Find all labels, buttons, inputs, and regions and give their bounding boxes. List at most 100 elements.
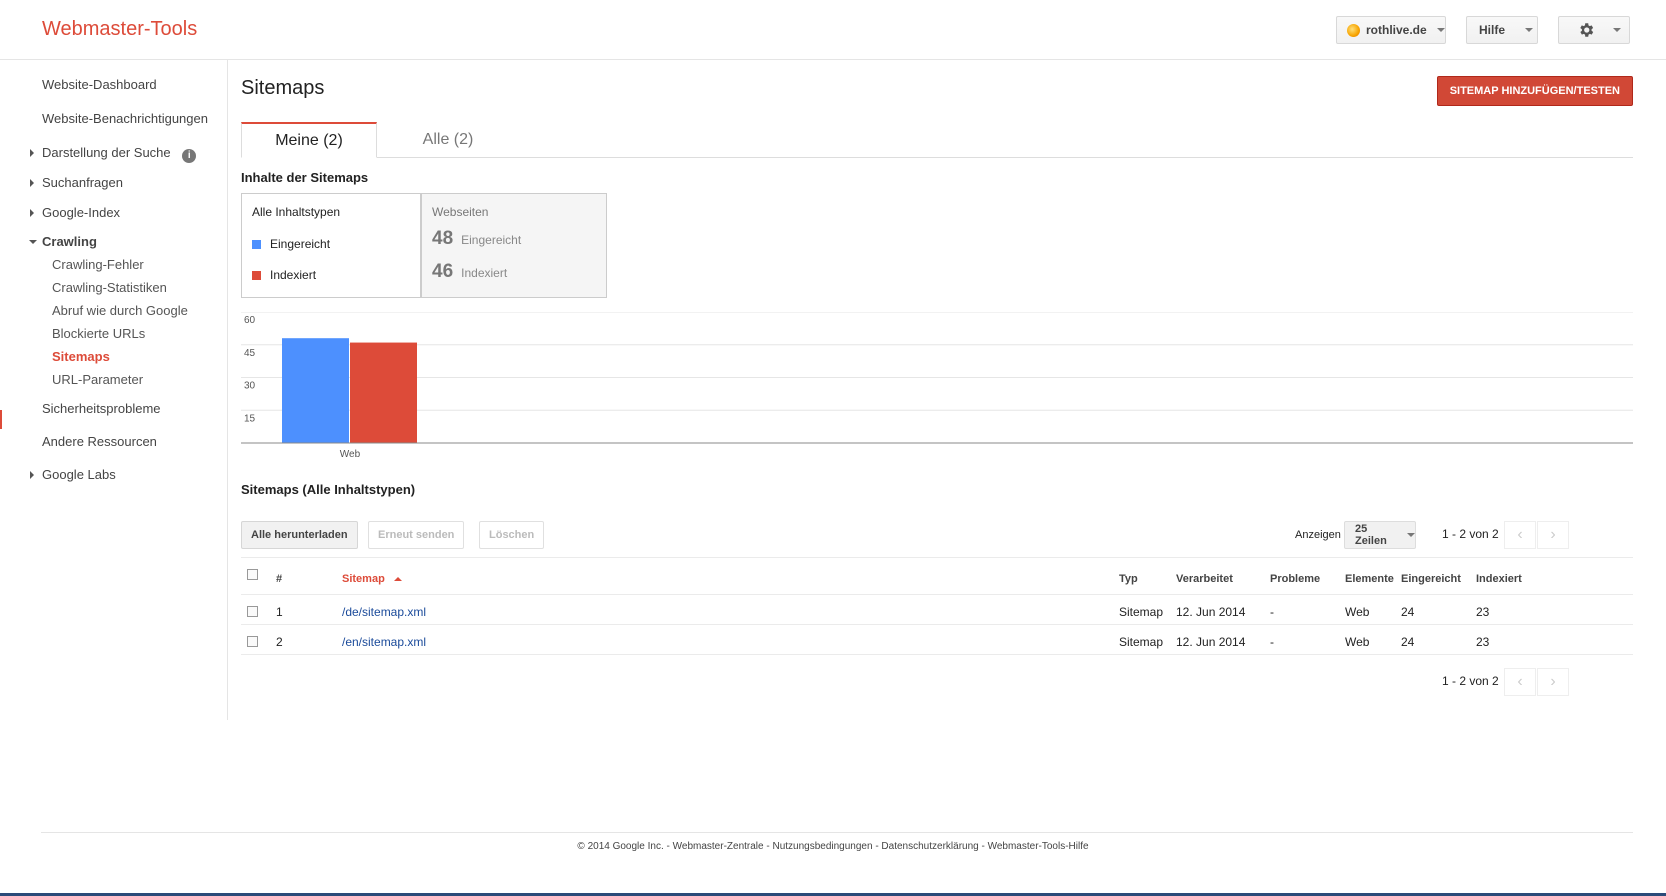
help-button[interactable]: Hilfe: [1466, 16, 1538, 44]
row-num: 2: [276, 635, 283, 649]
help-label: Hilfe: [1479, 23, 1506, 37]
sidebar-item-google-index[interactable]: Google-Index: [30, 205, 121, 220]
sidebar-item-label: Crawling: [42, 234, 97, 249]
row-processed: 12. Jun 2014: [1176, 605, 1246, 619]
expand-arrow-icon: [30, 149, 34, 157]
stats-label: Webseiten: [432, 205, 489, 219]
sidebar-item-dashboard[interactable]: Website-Dashboard: [42, 77, 157, 92]
sidebar-item-crawl-stats[interactable]: Crawling-Statistiken: [52, 280, 167, 295]
sitemap-link[interactable]: /en/sitemap.xml: [342, 635, 426, 649]
sidebar-item-security-issues[interactable]: Sicherheitsprobleme: [42, 401, 161, 416]
bar-indexiert: [350, 342, 417, 443]
stat-value: 48: [432, 228, 454, 249]
stat-label: Eingereicht: [461, 233, 522, 247]
row-submitted: 24: [1401, 635, 1415, 649]
sidebar-item-notifications[interactable]: Website-Benachrichtigungen: [42, 111, 208, 126]
delete-button[interactable]: Löschen: [479, 521, 545, 549]
row-elements: Web: [1345, 605, 1370, 619]
pager-info: 1 - 2 von 2: [1442, 527, 1499, 541]
indexed-swatch: [252, 270, 261, 280]
divider: [241, 594, 1633, 595]
rows-per-page-select[interactable]: 25 Zeilen: [1344, 521, 1416, 549]
column-header-processed[interactable]: Verarbeitet: [1176, 573, 1233, 585]
bar-eingereicht: [282, 338, 349, 443]
legend-label: Indexiert: [270, 268, 317, 282]
tab-all[interactable]: Alle (2): [380, 122, 516, 157]
sidebar-item-sitemaps[interactable]: Sitemaps: [52, 349, 110, 364]
y-tick-label: 15: [244, 413, 256, 424]
gear-icon: [1580, 23, 1594, 37]
footer-links[interactable]: © 2014 Google Inc. - Webmaster-Zentrale …: [0, 841, 1666, 852]
row-checkbox[interactable]: [247, 606, 258, 617]
row-type: Sitemap: [1119, 605, 1164, 619]
chevron-down-icon: [1525, 28, 1534, 32]
y-tick-label: 45: [244, 348, 256, 359]
sidebar-item-google-labs[interactable]: Google Labs: [30, 467, 116, 482]
y-tick-label: 30: [244, 381, 256, 392]
chevron-left-icon: ‹: [1517, 526, 1523, 543]
add-sitemap-button[interactable]: SITEMAP HINZUFÜGEN/TESTEN: [1436, 76, 1633, 106]
column-header-problems[interactable]: Probleme: [1270, 573, 1320, 585]
sitemap-bar-chart: 15 30 45 60 Web: [241, 312, 1633, 460]
row-type: Sitemap: [1119, 635, 1164, 649]
tab-mine[interactable]: Meine (2): [241, 122, 377, 158]
stat-indexed: 46 Indexiert: [432, 261, 507, 283]
chevron-right-icon: ›: [1550, 673, 1556, 690]
active-indicator: [0, 410, 2, 429]
column-header-type[interactable]: Typ: [1119, 573, 1138, 585]
column-header-submitted[interactable]: Eingereicht: [1401, 573, 1461, 585]
prev-page-button[interactable]: ‹: [1504, 521, 1536, 549]
sidebar-item-search-queries[interactable]: Suchanfragen: [30, 175, 123, 190]
stat-submitted: 48 Eingereicht: [432, 228, 521, 250]
next-page-button[interactable]: ›: [1537, 521, 1569, 549]
sidebar-item-crawl-errors[interactable]: Crawling-Fehler: [52, 257, 144, 272]
sidebar-item-other-resources[interactable]: Andere Ressourcen: [42, 434, 157, 449]
main-content: Sitemaps SITEMAP HINZUFÜGEN/TESTEN Meine…: [241, 60, 1633, 820]
sitemap-link[interactable]: /de/sitemap.xml: [342, 605, 426, 619]
pager-info-bottom: 1 - 2 von 2: [1442, 674, 1499, 688]
column-header-indexed[interactable]: Indexiert: [1476, 573, 1522, 585]
chevron-down-icon: [1436, 28, 1445, 32]
sidebar-item-label: Google-Index: [42, 205, 121, 220]
footer-divider: [41, 832, 1633, 833]
sort-ascending-icon: [393, 577, 402, 581]
chevron-down-icon: [1613, 28, 1621, 32]
row-problems: -: [1270, 635, 1274, 649]
next-page-button[interactable]: ›: [1537, 668, 1569, 696]
y-tick-label: 60: [244, 315, 256, 326]
select-all-checkbox[interactable]: [247, 569, 258, 580]
webpages-stats: Webseiten 48 Eingereicht 46 Indexiert: [421, 193, 607, 298]
sidebar-item-blocked-urls[interactable]: Blockierte URLs: [52, 326, 145, 341]
row-indexed: 23: [1476, 605, 1490, 619]
column-header-num: #: [276, 573, 283, 585]
sidebar-item-label: Suchanfragen: [42, 175, 123, 190]
row-num: 1: [276, 605, 283, 619]
sidebar-item-url-parameters[interactable]: URL-Parameter: [52, 372, 143, 387]
content-type-legend[interactable]: Alle Inhaltstypen Eingereicht Indexiert: [241, 193, 421, 298]
app-logo[interactable]: Webmaster-Tools: [42, 18, 197, 41]
top-bar: Webmaster-Tools rothlive.de Hilfe: [0, 0, 1666, 60]
settings-button[interactable]: [1558, 16, 1630, 44]
row-indexed: 23: [1476, 635, 1490, 649]
site-selector[interactable]: rothlive.de: [1336, 16, 1446, 44]
row-checkbox[interactable]: [247, 636, 258, 647]
show-rows-label: Anzeigen: [1295, 529, 1341, 541]
sidebar-item-crawling[interactable]: Crawling: [29, 234, 97, 249]
sidebar-item-fetch-as-google[interactable]: Abruf wie durch Google: [52, 303, 188, 318]
prev-page-button[interactable]: ‹: [1504, 668, 1536, 696]
site-favicon-icon: [1347, 23, 1360, 37]
sidebar-item-search-appearance[interactable]: Darstellung der Suche i: [30, 145, 197, 163]
page-title: Sitemaps: [241, 77, 325, 99]
chevron-left-icon: ‹: [1517, 673, 1523, 690]
legend-title[interactable]: Alle Inhaltstypen: [252, 205, 340, 219]
resend-button[interactable]: Erneut senden: [368, 521, 465, 549]
download-all-button[interactable]: Alle herunterladen: [241, 521, 358, 549]
legend-item-indexed[interactable]: Indexiert: [252, 268, 316, 282]
legend-item-submitted[interactable]: Eingereicht: [252, 237, 330, 251]
sidebar: Website-Dashboard Website-Benachrichtigu…: [0, 60, 228, 720]
column-header-sitemap[interactable]: Sitemap: [342, 573, 402, 585]
row-problems: -: [1270, 605, 1274, 619]
column-header-elements[interactable]: Elemente: [1345, 573, 1394, 585]
info-icon[interactable]: i: [182, 149, 197, 163]
divider: [241, 654, 1633, 655]
